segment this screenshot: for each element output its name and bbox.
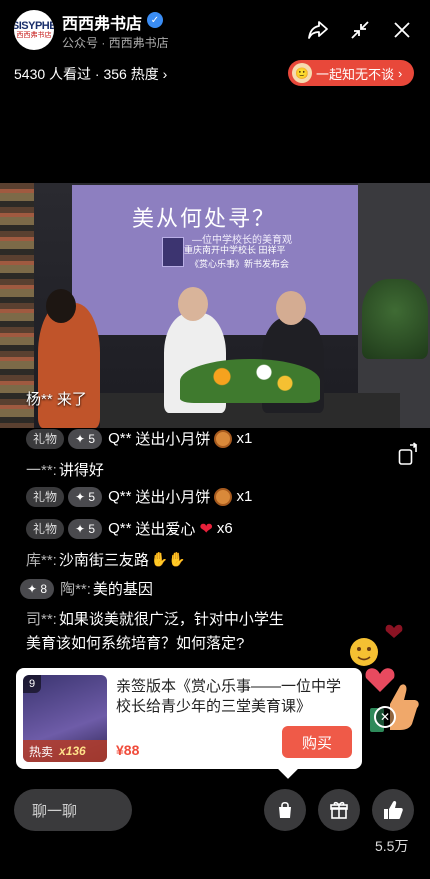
product-title[interactable]: 亲签版本《赏心乐事——一位中学校长给青少年的三堂美育课》 bbox=[116, 677, 352, 717]
buy-button[interactable]: 购买 bbox=[282, 726, 352, 758]
chat-input[interactable]: 聊一聊 bbox=[14, 789, 132, 831]
comment-text: 沙南街三友路 bbox=[58, 552, 149, 569]
second-guest-head bbox=[276, 291, 306, 325]
comment-row: ✦ 8 陶**: 美的基因 bbox=[20, 578, 153, 599]
comment-text: 送出小月饼 bbox=[135, 431, 211, 448]
comment-user[interactable]: 司**: bbox=[26, 608, 57, 629]
chevron-right-icon: › bbox=[398, 65, 403, 81]
mooncake-icon bbox=[214, 487, 233, 506]
join-notice: 杨** 来了 bbox=[26, 391, 87, 408]
shopping-bag-icon bbox=[279, 801, 291, 818]
gift-icon bbox=[330, 801, 348, 819]
comment-user[interactable]: 库**: bbox=[26, 549, 57, 570]
projection-screen: 美从何处寻？ —位中学校长的美育观 重庆南开中学校长 田祥平 《赏心乐事》新书发… bbox=[72, 185, 358, 335]
gift-tag: 礼物 bbox=[26, 428, 65, 449]
product-image[interactable]: 9 热卖 x136 bbox=[23, 675, 107, 762]
comment-row-continuation: 美育该如何系统培育？如何落定? bbox=[26, 632, 244, 653]
share-icon[interactable] bbox=[306, 18, 330, 42]
screen-line-event: 《赏心乐事》新书发布会 bbox=[190, 259, 290, 269]
sold-count: x136 bbox=[59, 744, 86, 758]
fan-level-badge: ✦ 5 bbox=[68, 518, 103, 539]
live-header: SISYPHE 西西弗书店 西西弗书店 ✓ 公众号 · 西西弗书店 bbox=[0, 0, 430, 60]
comment-user[interactable]: Q** bbox=[108, 488, 131, 505]
screen-line-speaker: 重庆南开中学校长 田祥平 bbox=[184, 245, 286, 255]
verified-badge-icon: ✓ bbox=[147, 12, 163, 28]
comment-row: 礼物 ✦ 5 Q** 送出小月饼 x1 bbox=[26, 486, 252, 507]
gift-count: x6 bbox=[216, 520, 233, 537]
avatar-logo-text: SISYPHE bbox=[14, 19, 54, 32]
mooncake-icon bbox=[214, 429, 233, 448]
comment-text: 送出小月饼 bbox=[135, 489, 211, 506]
topic-avatar-icon: 🙂 bbox=[292, 63, 312, 83]
comment-row: 一**: 讲得好 bbox=[26, 459, 104, 480]
shopping-bag-button[interactable] bbox=[264, 789, 306, 831]
like-button[interactable] bbox=[372, 789, 414, 831]
gift-tag: 礼物 bbox=[26, 518, 65, 539]
avatar-logo-subtext: 西西弗书店 bbox=[16, 31, 52, 39]
fan-level-badge: ✦ 5 bbox=[68, 486, 103, 507]
topic-pill-label: 一起知无不谈 bbox=[316, 66, 395, 82]
gift-tag: 礼物 bbox=[26, 486, 65, 507]
comment-user[interactable]: Q** bbox=[108, 430, 131, 447]
host-figure bbox=[38, 303, 100, 428]
heart-icon: ❤ bbox=[199, 520, 213, 538]
topic-pill-button[interactable]: 🙂 一起知无不谈 › bbox=[288, 60, 414, 86]
gift-count: x1 bbox=[236, 430, 253, 447]
gift-count: x1 bbox=[236, 488, 253, 505]
comment-user[interactable]: 陶**: bbox=[60, 578, 91, 599]
fan-level-badge: ✦ 8 bbox=[20, 578, 55, 599]
thumbs-up-icon bbox=[384, 800, 403, 819]
product-card[interactable]: 9 热卖 x136 亲签版本《赏心乐事——一位中学校长给青少年的三堂美育课》 ¥… bbox=[16, 668, 362, 769]
host-head bbox=[46, 289, 76, 323]
fan-level-badge: ✦ 5 bbox=[68, 428, 103, 449]
comment-text: 如果谈美就很广泛，针对中小学生 bbox=[58, 611, 284, 628]
product-sales-bar: 热卖 x136 bbox=[23, 740, 107, 762]
rotate-screen-icon[interactable] bbox=[398, 442, 420, 466]
hot-sale-label: 热卖 bbox=[29, 744, 54, 759]
screen-title: 美从何处寻？ bbox=[132, 207, 277, 232]
comment-row: 司**: 如果谈美就很广泛，针对中小学生 bbox=[26, 608, 284, 629]
minimize-icon[interactable] bbox=[348, 18, 372, 42]
potted-plant bbox=[362, 279, 428, 359]
comment-text: 美育该如何系统培育？如何落定? bbox=[26, 635, 245, 652]
clapping-hands-icon: ✋✋ bbox=[150, 551, 186, 567]
comment-text: 讲得好 bbox=[58, 462, 104, 479]
screen-book-image bbox=[162, 237, 184, 267]
comment-row: 礼物 ✦ 5 Q** 送出小月饼 x1 bbox=[26, 428, 252, 449]
account-avatar[interactable]: SISYPHE 西西弗书店 bbox=[14, 10, 54, 50]
account-subtitle: 公众号 · 西西弗书店 bbox=[62, 36, 169, 50]
gift-button[interactable] bbox=[318, 789, 360, 831]
comment-row: 礼物 ✦ 5 Q** 送出爱心 ❤ x6 bbox=[26, 518, 233, 539]
comment-user[interactable]: 一**: bbox=[26, 459, 57, 480]
close-icon[interactable] bbox=[390, 18, 414, 42]
flower-arrangement bbox=[180, 359, 320, 403]
guest-head bbox=[178, 287, 208, 321]
viewer-stats[interactable]: 5430 人看过 · 356 热度 › bbox=[14, 64, 167, 84]
close-product-icon[interactable]: ✕ bbox=[374, 706, 396, 728]
product-price: ¥88 bbox=[116, 742, 140, 758]
comment-text: 美的基因 bbox=[92, 581, 153, 598]
product-index: 9 bbox=[23, 675, 41, 693]
comment-text: 送出爱心 bbox=[135, 521, 196, 538]
comment-user[interactable]: Q** bbox=[108, 520, 131, 537]
account-name[interactable]: 西西弗书店 bbox=[62, 10, 142, 34]
comment-row: 库**: 沙南街三友路 ✋✋ bbox=[26, 549, 186, 570]
like-count: 5.5万 bbox=[375, 838, 409, 854]
